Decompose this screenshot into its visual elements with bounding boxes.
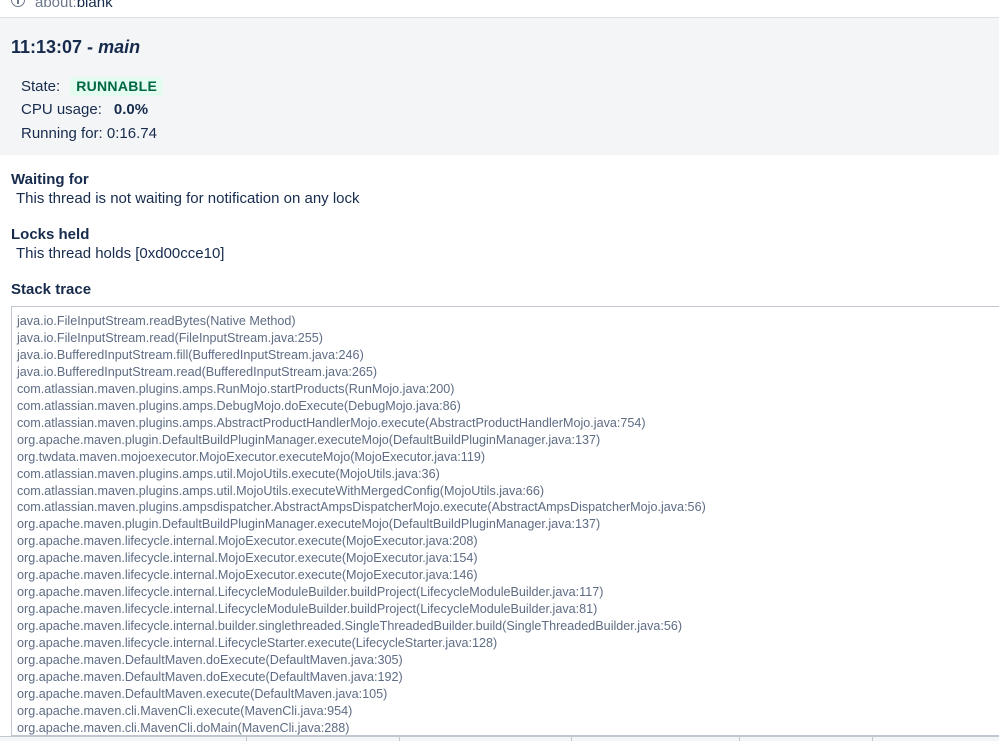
stack-frame: com.atlassian.maven.plugins.amps.Abstrac… (17, 415, 646, 430)
stack-frame: org.apache.maven.plugin.DefaultBuildPlug… (17, 432, 601, 447)
url-host: blank (76, 0, 113, 11)
locks-text: This thread holds [0xd00cce10] (16, 245, 225, 262)
stack-frame: org.apache.maven.lifecycle.internal.Life… (17, 636, 498, 651)
stack-trace-box[interactable]: java.io.FileInputStream.readBytes(Native… (11, 306, 999, 736)
stack-frame: org.apache.maven.DefaultMaven.doExecute(… (17, 670, 403, 685)
thread-time: 11:13:07 - (11, 37, 99, 57)
state-label: State: (21, 78, 61, 95)
cpu-label: CPU usage: (21, 101, 102, 118)
url-scheme: about: (35, 0, 77, 11)
state-badge: RUNNABLE (70, 77, 164, 96)
stack-frame: org.apache.maven.DefaultMaven.execute(De… (17, 686, 388, 701)
waiting-text: This thread is not waiting for notificat… (16, 190, 360, 207)
stack-frame: org.apache.maven.DefaultMaven.doExecute(… (17, 653, 403, 668)
stack-frame: com.atlassian.maven.plugins.amps.util.Mo… (17, 483, 545, 498)
stack-frame: java.io.BufferedInputStream.read(Buffere… (17, 364, 378, 379)
stack-frame: org.apache.maven.lifecycle.internal.Mojo… (17, 568, 478, 583)
running-label: Running for: (21, 125, 103, 142)
state-row: State: RUNNABLE (21, 77, 164, 96)
url-text[interactable]: about:blank (35, 0, 113, 11)
stack-frame: org.apache.maven.lifecycle.internal.buil… (17, 619, 683, 634)
column-divider (872, 737, 873, 741)
stack-frame: java.io.FileInputStream.readBytes(Native… (17, 314, 296, 328)
bottom-table-edge (0, 736, 999, 741)
stack-frame-list: java.io.FileInputStream.readBytes(Native… (17, 313, 706, 735)
cpu-value: 0.0% (113, 101, 149, 118)
stack-frame: com.atlassian.maven.plugins.amps.DebugMo… (17, 398, 461, 413)
stack-frame: org.apache.maven.plugin.DefaultBuildPlug… (17, 517, 601, 532)
address-bar[interactable]: about:blank (0, 0, 999, 18)
column-divider (399, 737, 400, 741)
stack-frame: java.io.FileInputStream.read(FileInputSt… (17, 330, 323, 345)
stack-frame: org.apache.maven.lifecycle.internal.Life… (17, 602, 598, 617)
stack-frame: java.io.BufferedInputStream.fill(Buffere… (17, 347, 364, 362)
cpu-row: CPU usage: 0.0% (21, 101, 148, 118)
waiting-heading: Waiting for (11, 171, 89, 188)
stack-frame: org.apache.maven.lifecycle.internal.Mojo… (17, 534, 478, 549)
stack-heading: Stack trace (11, 281, 92, 298)
stack-frame: com.atlassian.maven.plugins.amps.RunMojo… (17, 381, 455, 396)
stack-frame: com.atlassian.maven.plugins.amps.util.Mo… (17, 466, 440, 481)
running-row: Running for: 0:16.74 (21, 125, 157, 142)
stack-frame: com.atlassian.maven.plugins.ampsdispatch… (17, 500, 706, 515)
thread-name: main (98, 37, 141, 57)
info-icon[interactable] (11, 0, 25, 7)
thread-title: 11:13:07 - main (11, 37, 140, 58)
stack-frame: org.apache.maven.cli.MavenCli.execute(Ma… (17, 703, 353, 718)
column-divider (739, 737, 740, 741)
stack-frame: org.twdata.maven.mojoexecutor.MojoExecut… (17, 449, 486, 464)
running-value: 0:16.74 (106, 125, 157, 142)
stack-frame: org.apache.maven.lifecycle.internal.Mojo… (17, 551, 478, 566)
column-divider (246, 737, 247, 741)
stack-frame: org.apache.maven.lifecycle.internal.Life… (17, 585, 604, 600)
thread-header: 11:13:07 - main State: RUNNABLE CPU usage… (0, 18, 999, 155)
stack-frame: org.apache.maven.cli.MavenCli.doMain(Mav… (17, 720, 350, 735)
locks-heading: Locks held (11, 226, 90, 243)
column-divider (571, 737, 572, 741)
